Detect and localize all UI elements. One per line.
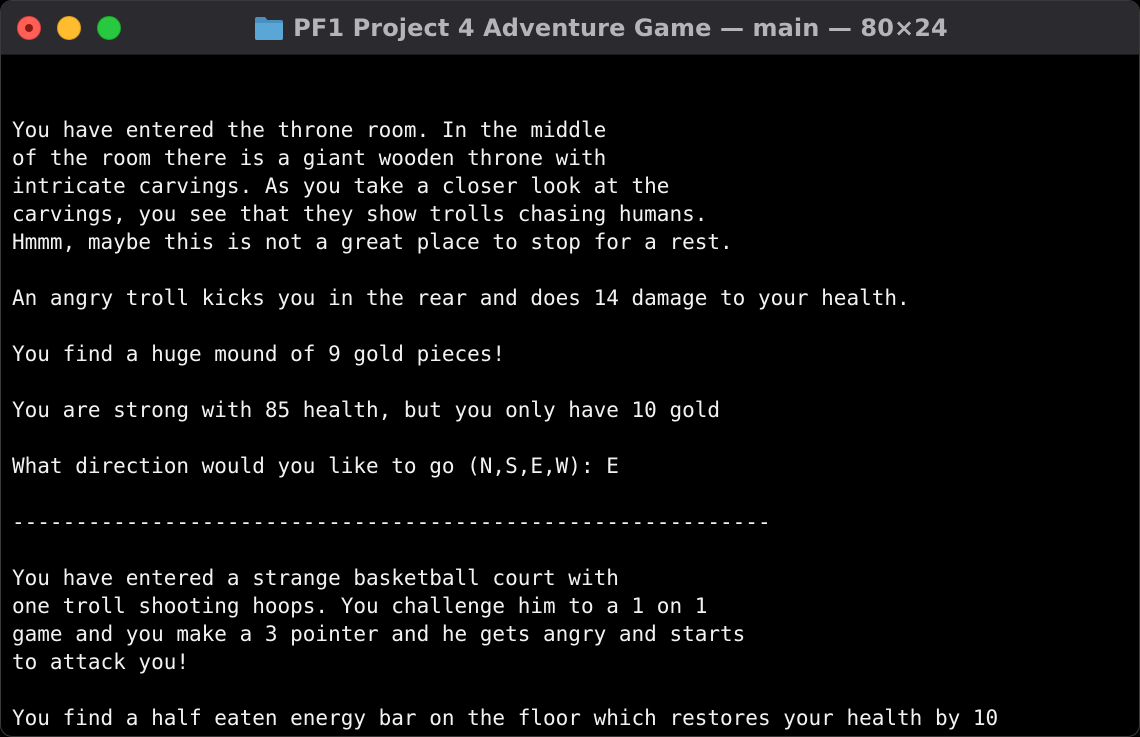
terminal-line: game and you make a 3 pointer and he get… [12,622,746,646]
terminal-line: You have entered a strange basketball co… [12,566,619,590]
terminal-line: ----------------------------------------… [12,510,771,534]
terminal-line: carvings, you see that they show trolls … [12,202,708,226]
window-title: PF1 Project 4 Adventure Game — main — 80… [293,14,948,42]
terminal-line: of the room there is a giant wooden thro… [12,146,607,170]
terminal-line: intricate carvings. As you take a closer… [12,174,670,198]
terminal-line: one troll shooting hoops. You challenge … [12,594,708,618]
terminal-line: You find a half eaten energy bar on the … [12,706,999,730]
close-button[interactable] [17,16,41,40]
terminal-line: You find a huge mound of 9 gold pieces! [12,342,506,366]
folder-icon [255,17,284,40]
terminal-line: An angry troll kicks you in the rear and… [12,286,910,310]
terminal-line: to attack you! [12,650,190,674]
terminal-line: Hmmm, maybe this is not a great place to… [12,230,733,254]
terminal-line: You are strong with 85 health, but you o… [12,398,721,422]
minimize-button[interactable] [57,16,81,40]
terminal-window: PF1 Project 4 Adventure Game — main — 80… [0,0,1140,737]
window-title-group: PF1 Project 4 Adventure Game — main — 80… [1,1,1139,55]
title-bar[interactable]: PF1 Project 4 Adventure Game — main — 80… [1,1,1139,55]
terminal-output[interactable]: You have entered the throne room. In the… [12,88,1132,732]
terminal-line: What direction would you like to go (N,S… [12,454,619,478]
close-dot-icon [25,24,33,32]
terminal-line: You have entered the throne room. In the… [12,118,607,142]
zoom-button[interactable] [97,16,121,40]
